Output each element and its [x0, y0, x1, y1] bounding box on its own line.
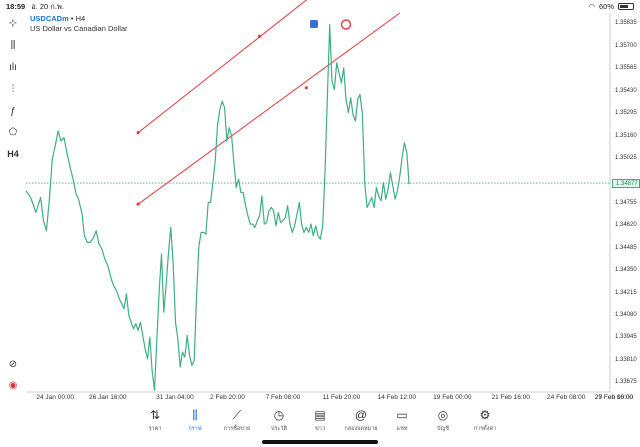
trendline-1-anchor-1 — [136, 131, 140, 135]
price-tick-label: 1.35295 — [615, 110, 637, 117]
trendline-2-anchor-2 — [304, 86, 308, 90]
price-tick-label: 1.34485 — [615, 244, 637, 251]
trade-level-marker — [310, 20, 318, 28]
nav-news-label: ข่าว — [315, 426, 325, 432]
loupe-icon[interactable]: ⊘ — [4, 356, 22, 372]
nav-history[interactable]: ◷ ประวัติ — [259, 407, 299, 433]
price-tick-label: 1.35025 — [615, 154, 637, 161]
price-tick-label: 1.35835 — [615, 20, 637, 27]
price-tick-label: 1.33810 — [615, 356, 637, 363]
history-icon: ◷ — [273, 408, 285, 422]
price-series-line — [25, 24, 410, 391]
nav-settings-label: การตั้งค่า — [473, 426, 497, 432]
indicators-icon[interactable]: ılı — [4, 59, 22, 75]
time-tick-label: 14 Feb 12:00 — [377, 394, 416, 401]
price-tick-label: 1.34350 — [615, 267, 637, 274]
nav-news[interactable]: ▤ ข่าว — [300, 407, 340, 433]
crosshair-icon[interactable]: ⊹ — [4, 15, 22, 31]
time-tick-label: 21 Feb 16:00 — [491, 394, 530, 401]
time-tick-label: 26 Jan 16:00 — [88, 394, 127, 401]
trendline-2-anchor-1 — [136, 202, 140, 206]
nav-account[interactable]: ◎ บัญชี — [423, 407, 463, 433]
objects-icon[interactable]: ⬠ — [4, 124, 22, 140]
account-icon: ◎ — [437, 408, 449, 422]
price-tick-label: 1.33945 — [615, 334, 637, 341]
time-tick-label: 24 Jan 00:00 — [36, 394, 74, 401]
chart-icon: ⫼ — [192, 408, 198, 422]
price-tick-label: 1.33675 — [615, 379, 637, 386]
symbol-timeframe: • H4 — [70, 14, 86, 23]
quotes-icon: ⇅ — [149, 408, 161, 422]
price-tick-label: 1.35430 — [615, 87, 637, 94]
mailbox-icon: @ — [354, 408, 368, 422]
timeframe-button[interactable]: H4 — [4, 146, 22, 162]
news-icon: ▤ — [314, 408, 326, 422]
brand-icon: ◉ — [8, 379, 18, 391]
price-tick-label: 1.34755 — [615, 199, 637, 206]
price-tick-label: 1.35565 — [615, 65, 637, 72]
time-tick-label: 24 Feb 08:00 — [547, 394, 586, 401]
trade-icon: ⟋ — [232, 408, 242, 422]
nav-chat[interactable]: ▭ แชท — [382, 407, 422, 433]
nav-history-label: ประวัติ — [270, 426, 288, 432]
price-tick-label: 1.34080 — [615, 312, 637, 319]
time-tick-label: 2 Feb 20:00 — [210, 394, 245, 401]
nav-chart-label: กราฟ — [188, 426, 202, 432]
nav-mailbox-label: กล่องจดหมาย — [344, 426, 378, 432]
nav-trade[interactable]: ⟋ การซื้อขาย — [217, 407, 257, 433]
price-tick-label: 1.34620 — [615, 222, 637, 229]
nav-trade-label: การซื้อขาย — [223, 426, 251, 432]
time-tick-label: 7 Feb 08:00 — [265, 394, 301, 401]
candlestick-icon[interactable]: ⫼ — [4, 37, 22, 53]
nav-chat-label: แชท — [396, 426, 408, 432]
alert-marker — [340, 19, 352, 30]
time-tick-label: 11 Feb 20:00 — [322, 394, 361, 401]
symbol-description: US Dollar vs Canadian Dollar — [30, 24, 128, 33]
current-price-label: 1.34877 — [612, 178, 640, 188]
price-tick-label: 1.35700 — [615, 42, 637, 49]
price-tick-label: 1.34215 — [615, 289, 637, 296]
time-tick-label: 29 Feb 16:00 — [594, 394, 634, 401]
time-tick-label: 19 Feb 00:00 — [433, 394, 472, 401]
nav-account-label: บัญชี — [437, 426, 449, 432]
nav-settings[interactable]: ⚙ การตั้งค่า — [465, 407, 505, 433]
function-icon[interactable]: ƒ — [4, 103, 22, 119]
sliders-icon[interactable]: ⫶ — [4, 81, 22, 97]
trendline-2 — [137, 12, 401, 205]
chat-icon: ▭ — [396, 408, 408, 422]
left-toolbar: ⊹ ⫼ ılı ⫶ ƒ ⬠ H4 ⊘ ◉ — [0, 13, 26, 393]
nav-quotes-label: ราคา — [148, 426, 162, 432]
symbol-name[interactable]: USDCADm — [30, 14, 69, 23]
price-chart[interactable] — [0, 0, 640, 405]
trendline-1-anchor-2 — [258, 34, 262, 38]
symbol-header: USDCADm • H4 US Dollar vs Canadian Dolla… — [30, 14, 128, 34]
time-tick-label: 31 Jan 04:00 — [156, 394, 194, 401]
settings-icon: ⚙ — [479, 408, 491, 422]
price-tick-label: 1.35160 — [615, 132, 637, 139]
nav-quotes[interactable]: ⇅ ราคา — [135, 407, 175, 433]
nav-chart[interactable]: ⫼ กราฟ — [175, 407, 215, 433]
nav-mailbox[interactable]: @ กล่องจดหมาย — [341, 407, 381, 433]
home-indicator[interactable] — [262, 440, 378, 444]
